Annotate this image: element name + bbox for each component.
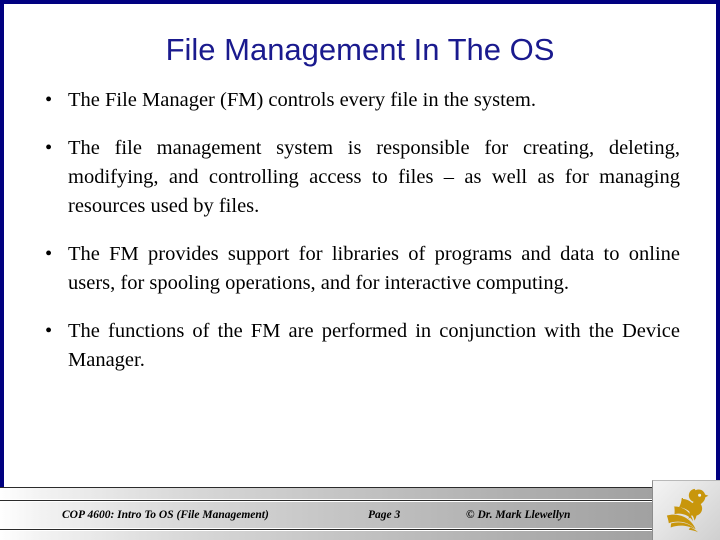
bullet-text: The file management system is responsibl…: [68, 137, 680, 217]
slide-title: File Management In The OS: [165, 32, 555, 67]
bullet-glyph-icon: •: [45, 89, 53, 111]
presentation-slide: File Management In The OS • The File Man…: [0, 0, 720, 540]
bullet-item: • The functions of the FM are performed …: [40, 317, 680, 375]
slide-border-left: [0, 0, 4, 492]
bullet-glyph-icon: •: [45, 243, 53, 265]
bullet-item: • The File Manager (FM) controls every f…: [40, 86, 680, 115]
bullet-text: The File Manager (FM) controls every fil…: [68, 89, 536, 111]
bullet-glyph-icon: •: [45, 320, 53, 342]
slide-border-right: [716, 0, 720, 492]
bullet-text: The functions of the FM are performed in…: [68, 320, 680, 371]
footer-course-label: COP 4600: Intro To OS (File Management): [62, 509, 269, 521]
footer-band-lower: [0, 531, 720, 540]
bullet-glyph-icon: •: [45, 137, 53, 159]
slide-border-top: [0, 0, 720, 4]
slide-footer: COP 4600: Intro To OS (File Management) …: [0, 484, 720, 540]
ucf-pegasus-logo-container: [652, 480, 720, 540]
bullet-text: The FM provides support for libraries of…: [68, 243, 680, 294]
bullet-item: • The FM provides support for libraries …: [40, 240, 680, 298]
footer-page-number: Page 3: [368, 509, 401, 521]
footer-copyright-label: © Dr. Mark Llewellyn: [466, 509, 571, 521]
footer-band-upper: [0, 488, 720, 499]
slide-body: • The File Manager (FM) controls every f…: [40, 86, 680, 375]
bullet-item: • The file management system is responsi…: [40, 134, 680, 221]
